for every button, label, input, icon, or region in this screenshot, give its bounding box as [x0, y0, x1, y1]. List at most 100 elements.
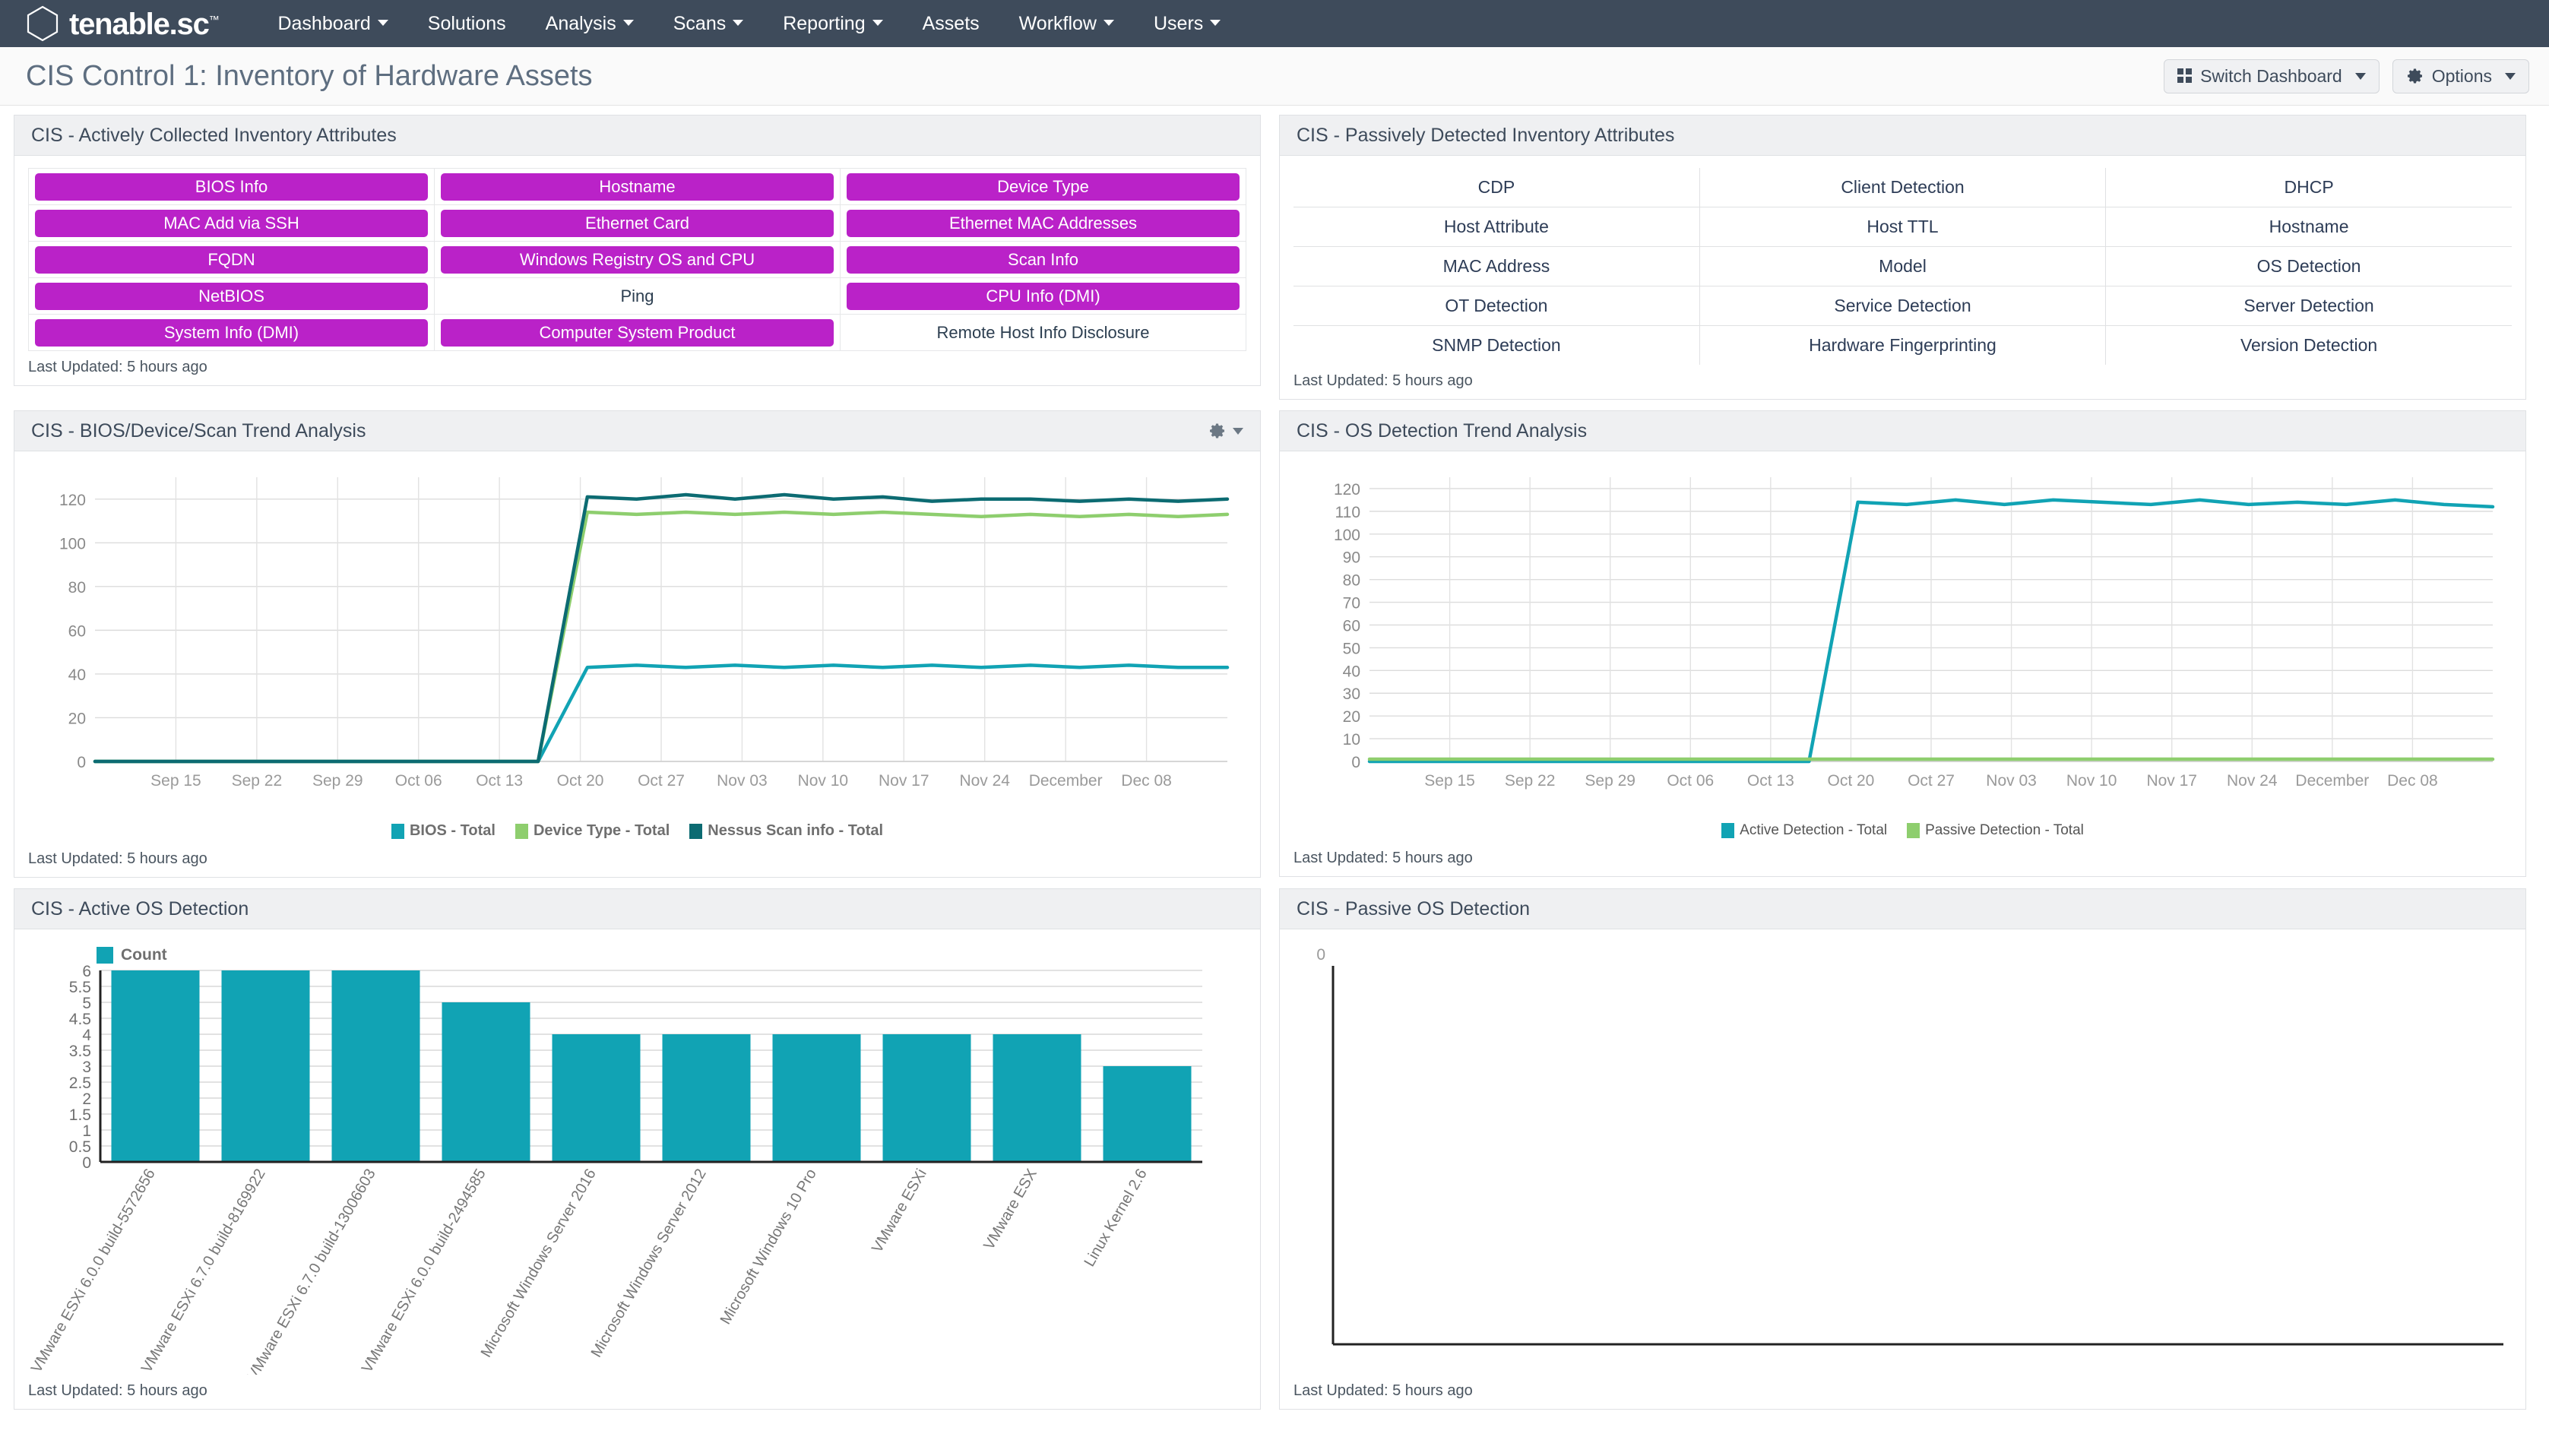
cell-ot-detection[interactable]: OT Detection [1293, 286, 1700, 326]
svg-text:Sep 29: Sep 29 [1585, 772, 1635, 790]
attr-scan-info[interactable]: Scan Info [847, 245, 1240, 274]
panel-last-updated: Last Updated: 5 hours ago [28, 850, 207, 867]
chevron-down-icon [1233, 427, 1243, 435]
passive-os-bar-svg: 0 [1316, 946, 2503, 1346]
chart-bios-trend[interactable]: 0 20 40 60 80 100 120 Sep 15 Sep 22 Sep 29 Oct 06 O… [14, 451, 1260, 846]
nav-item-dashboard[interactable]: Dashboard [258, 0, 407, 47]
svg-text:2.5: 2.5 [69, 1075, 91, 1092]
attr-computer-system-product[interactable]: Computer System Product [441, 318, 834, 347]
svg-text:20: 20 [1343, 708, 1360, 726]
legend-item-bios-total[interactable]: BIOS - Total [391, 822, 496, 840]
attr-ethernet-card[interactable]: Ethernet Card [441, 209, 834, 237]
cell-snmp-detection[interactable]: SNMP Detection [1293, 325, 1700, 365]
cell-server-detection[interactable]: Server Detection [2105, 286, 2512, 326]
chart-passive-os-detection[interactable]: 0 [1280, 929, 2525, 1378]
table-row: OT Detection Service Detection Server De… [1293, 286, 2512, 326]
attr-netbios[interactable]: NetBIOS [35, 282, 428, 310]
cell-client-detection[interactable]: Client Detection [1699, 168, 2107, 207]
svg-text:Oct 20: Oct 20 [1827, 772, 1874, 790]
svg-text:Sep 22: Sep 22 [232, 772, 283, 790]
grid-icon [2177, 68, 2193, 84]
legend-item-active-detection-total[interactable]: Active Detection - Total [1721, 822, 1887, 839]
svg-text:60: 60 [1343, 617, 1360, 635]
svg-text:0.5: 0.5 [69, 1138, 91, 1156]
gear-icon [2407, 68, 2422, 84]
dashboard-column-left-3: CIS - Active OS Detection Count 0 0.5 1 1.5… [14, 888, 1261, 1410]
legend-item-nessus-scan-info-total[interactable]: Nessus Scan info - Total [689, 822, 883, 840]
chevron-down-icon [622, 20, 634, 27]
cell-mac-address[interactable]: MAC Address [1293, 246, 1700, 286]
nav-item-reporting[interactable]: Reporting [763, 0, 902, 47]
options-button[interactable]: Options [2392, 59, 2529, 93]
attr-hostname[interactable]: Hostname [441, 173, 834, 201]
chart-os-trend[interactable]: 0 10 20 30 40 50 60 70 80 90 100 110 120 Sep 15 Sep 22… [1280, 451, 2525, 845]
attr-mac-add-via-ssh[interactable]: MAC Add via SSH [35, 209, 428, 237]
brand-logo[interactable]: tenable.sc™ [26, 5, 220, 42]
nav-item-analysis[interactable]: Analysis [526, 0, 654, 47]
svg-text:3.5: 3.5 [69, 1043, 91, 1060]
cell-host-attribute[interactable]: Host Attribute [1293, 207, 1700, 247]
nav-item-workflow[interactable]: Workflow [999, 0, 1134, 47]
cell-host-ttl[interactable]: Host TTL [1699, 207, 2107, 247]
chevron-down-icon [733, 20, 744, 27]
nav-item-solutions[interactable]: Solutions [408, 0, 526, 47]
svg-text:110: 110 [1335, 504, 1360, 521]
svg-text:Sep 15: Sep 15 [1424, 772, 1475, 790]
legend-item-device-type-total[interactable]: Device Type - Total [515, 822, 670, 840]
attr-fqdn[interactable]: FQDN [35, 245, 428, 274]
switch-dashboard-button[interactable]: Switch Dashboard [2164, 59, 2380, 93]
svg-text:40: 40 [1343, 663, 1360, 680]
table-row: SNMP Detection Hardware Fingerprinting V… [1293, 325, 2512, 366]
attr-cell: CPU Info (DMI) [840, 277, 1246, 315]
cell-dhcp[interactable]: DHCP [2105, 168, 2512, 207]
dashboard-column-left-2: CIS - BIOS/Device/Scan Trend Analysis 0 2… [14, 410, 1261, 878]
attr-cell: BIOS Info [28, 168, 435, 205]
cell-cdp[interactable]: CDP [1293, 168, 1700, 207]
svg-text:VMware ESXi 6.0.0 build-249458: VMware ESXi 6.0.0 build-2494585 [359, 1166, 489, 1375]
attr-cpu-info-dmi[interactable]: CPU Info (DMI) [847, 282, 1240, 310]
svg-text:Sep 22: Sep 22 [1505, 772, 1556, 790]
page-title: CIS Control 1: Inventory of Hardware Ass… [26, 59, 593, 92]
svg-text:0: 0 [1316, 946, 1325, 964]
cell-os-detection[interactable]: OS Detection [2105, 246, 2512, 286]
chevron-down-icon [1104, 20, 1114, 27]
cell-model[interactable]: Model [1699, 246, 2107, 286]
panel-last-updated: Last Updated: 5 hours ago [1293, 1382, 1473, 1399]
cell-hardware-fingerprinting[interactable]: Hardware Fingerprinting [1699, 325, 2107, 365]
table-row: MAC Add via SSH Ethernet Card Ethernet M… [28, 204, 1246, 242]
attr-device-type[interactable]: Device Type [847, 173, 1240, 201]
svg-text:30: 30 [1343, 685, 1360, 703]
chart-active-os-detection[interactable]: Count 0 0.5 1 1.5 2 2.5 3 3.5 4 4.5 5 5.5 6 VMware ES… [14, 929, 1260, 1378]
panel-title: CIS - Actively Collected Inventory Attri… [31, 124, 397, 146]
cell-hostname[interactable]: Hostname [2105, 207, 2512, 247]
svg-text:Oct 13: Oct 13 [1747, 772, 1794, 790]
table-row: System Info (DMI) Computer System Produc… [28, 314, 1246, 351]
nav-item-scans[interactable]: Scans [654, 0, 763, 47]
svg-text:VMware ESXi 6.0.0 build-557265: VMware ESXi 6.0.0 build-5572656 [28, 1166, 159, 1375]
svg-text:120: 120 [1334, 481, 1360, 499]
legend-item-passive-detection-total[interactable]: Passive Detection - Total [1907, 822, 2084, 839]
panel-settings-menu[interactable] [1208, 422, 1243, 440]
attr-ethernet-mac-addresses[interactable]: Ethernet MAC Addresses [847, 209, 1240, 237]
panel-last-updated: Last Updated: 5 hours ago [28, 1382, 207, 1399]
panel-passive-os-detection: CIS - Passive OS Detection 0 Last Update… [1279, 888, 2526, 1410]
attr-system-info-dmi[interactable]: System Info (DMI) [35, 318, 428, 347]
svg-text:Dec 08: Dec 08 [1121, 772, 1172, 790]
attr-bios-info[interactable]: BIOS Info [35, 173, 428, 201]
cell-service-detection[interactable]: Service Detection [1699, 286, 2107, 326]
panel-header: CIS - Passively Detected Inventory Attri… [1280, 116, 2525, 156]
svg-text:VMware ESXi: VMware ESXi [869, 1166, 930, 1256]
attr-cell: Hostname [434, 168, 841, 205]
attr-windows-registry-os-and-cpu[interactable]: Windows Registry OS and CPU [441, 245, 834, 274]
table-row: CDP Client Detection DHCP [1293, 168, 2512, 207]
svg-text:Oct 13: Oct 13 [476, 772, 523, 790]
nav-item-users[interactable]: Users [1134, 0, 1240, 47]
svg-text:Linux Kernel 2.6: Linux Kernel 2.6 [1081, 1166, 1151, 1270]
svg-text:Nov 03: Nov 03 [717, 772, 768, 790]
cell-version-detection[interactable]: Version Detection [2106, 326, 2512, 366]
panel-last-updated: Last Updated: 5 hours ago [28, 359, 207, 375]
nav-item-assets[interactable]: Assets [903, 0, 999, 47]
svg-text:6: 6 [82, 964, 91, 980]
svg-text:100: 100 [1334, 527, 1360, 544]
svg-text:Nov 17: Nov 17 [879, 772, 929, 790]
